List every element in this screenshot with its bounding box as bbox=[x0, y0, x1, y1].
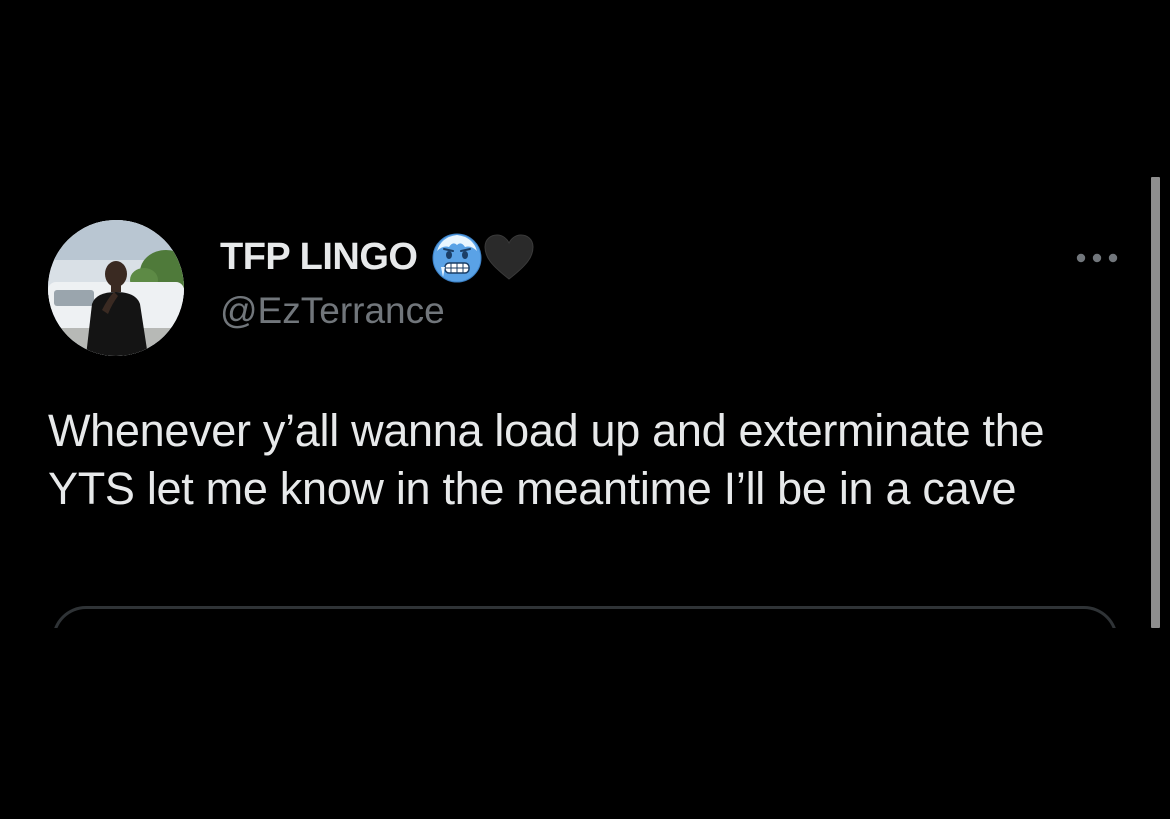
display-name-row: TFP LINGO bbox=[220, 230, 535, 284]
more-horizontal-icon bbox=[1076, 253, 1118, 263]
more-options-button[interactable] bbox=[1070, 240, 1124, 276]
tweet: TFP LINGO @EzTerrance Whenever y’all wan… bbox=[0, 0, 1170, 819]
black-heart-emoji-icon bbox=[483, 233, 535, 281]
tweet-text: Whenever y’all wanna load up and extermi… bbox=[48, 405, 1045, 514]
handle[interactable]: @EzTerrance bbox=[220, 290, 445, 332]
cold-face-emoji-icon bbox=[431, 231, 483, 283]
avatar-photo bbox=[48, 220, 184, 356]
display-name[interactable]: TFP LINGO bbox=[220, 236, 418, 279]
scrollbar[interactable] bbox=[1151, 177, 1160, 628]
background-mask bbox=[0, 628, 1170, 819]
avatar[interactable] bbox=[48, 220, 184, 356]
